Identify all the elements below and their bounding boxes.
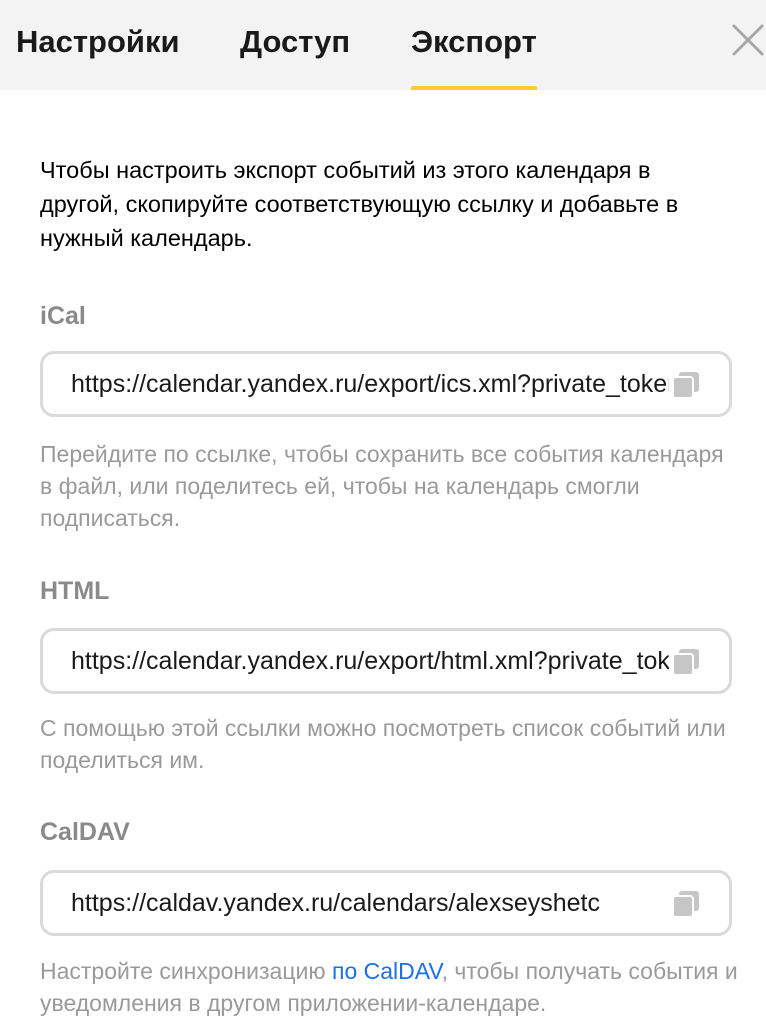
tab-access[interactable]: Доступ [240,0,350,90]
ical-url-field[interactable]: https://calendar.yandex.ru/export/ics.xm… [40,351,732,417]
tab-settings[interactable]: Настройки [16,0,180,90]
caldav-url-field[interactable]: https://caldav.yandex.ru/calendars/alexs… [40,870,732,936]
html-url-value: https://calendar.yandex.ru/export/html.x… [71,647,669,675]
html-url-field[interactable]: https://calendar.yandex.ru/export/html.x… [40,628,732,694]
tab-export[interactable]: Экспорт [411,0,537,90]
active-tab-indicator [411,86,537,90]
ical-help-text: Перейдите по ссылке, чтобы сохранить все… [40,441,724,531]
tab-access-label: Доступ [240,24,351,59]
caldav-help-text: Настройте синхронизацию по CalDAV, чтобы… [40,955,740,1019]
copy-icon [672,372,699,399]
html-copy-button[interactable] [672,649,699,676]
html-help-text: С помощью этой ссылки можно посмотреть с… [40,715,726,773]
caldav-help-before: Настройте синхронизацию [40,958,333,984]
caldav-link[interactable]: по CalDAV [332,958,442,984]
caldav-label: CalDAV [40,818,130,846]
close-button[interactable] [720,22,766,68]
tab-export-label: Экспорт [411,24,537,59]
tab-bar: Настройки Доступ Экспорт [0,0,766,90]
close-icon [732,24,764,56]
caldav-url-value: https://caldav.yandex.ru/calendars/alexs… [71,889,600,917]
copy-icon [672,649,699,676]
copy-icon [672,891,699,918]
tab-settings-label: Настройки [16,24,180,59]
ical-label: iCal [40,302,86,330]
export-intro-text: Чтобы настроить экспорт событий из этого… [40,157,679,251]
ical-url-value: https://calendar.yandex.ru/export/ics.xm… [71,370,669,398]
caldav-copy-button[interactable] [672,891,699,918]
html-label: HTML [40,577,110,605]
ical-copy-button[interactable] [672,372,699,399]
